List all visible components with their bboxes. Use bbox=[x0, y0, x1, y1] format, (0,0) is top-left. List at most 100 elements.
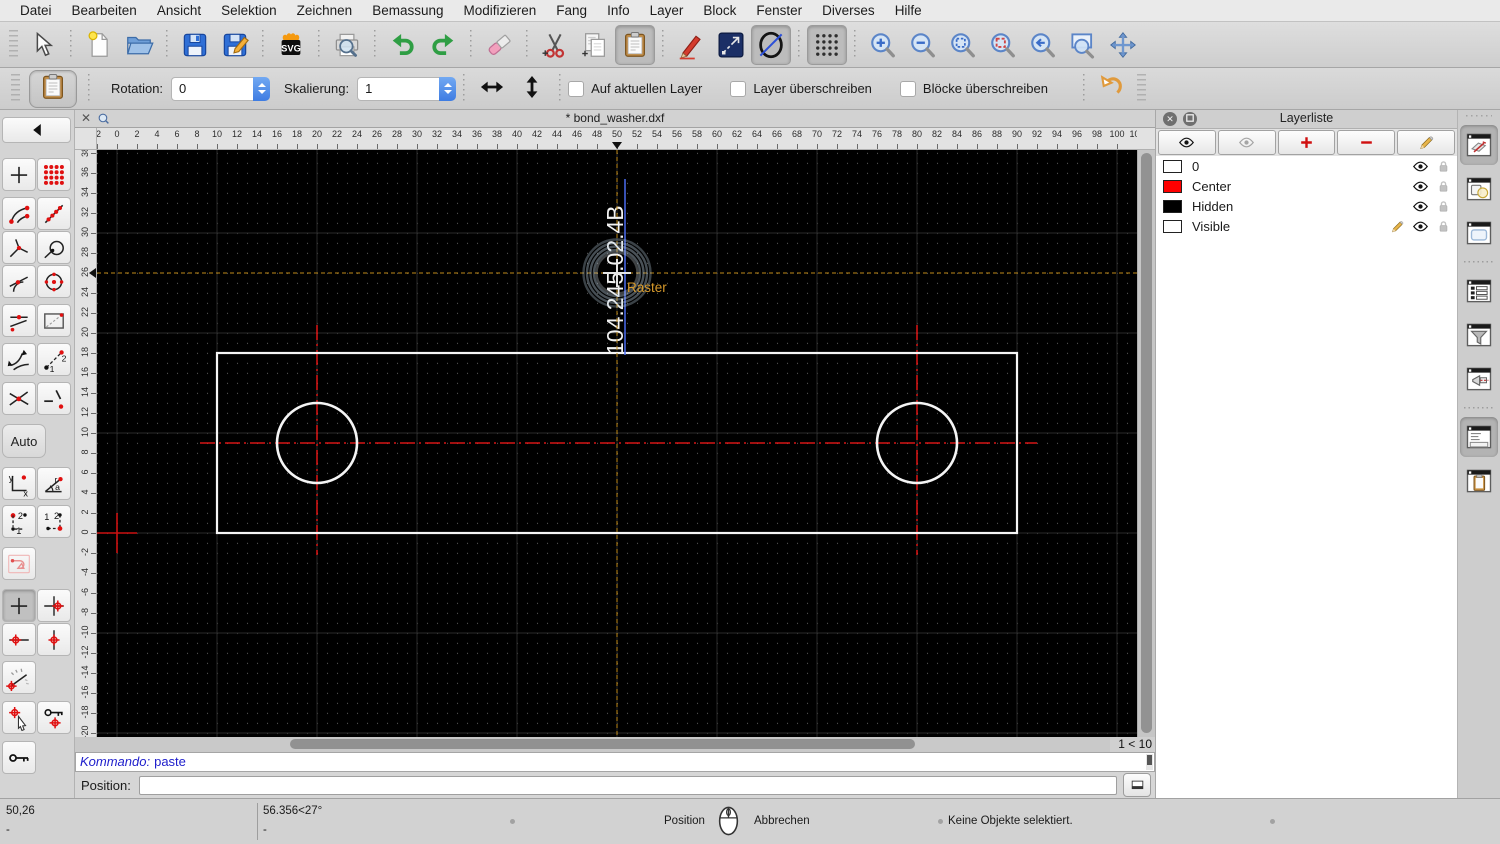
horizontal-scroll-thumb[interactable] bbox=[290, 739, 915, 749]
layer-toolbar-eye-grey-button[interactable] bbox=[1218, 130, 1276, 155]
dock-command-button[interactable] bbox=[1460, 417, 1498, 457]
toolbar-drag-handle[interactable] bbox=[1137, 74, 1146, 104]
grid-dots-button[interactable] bbox=[807, 25, 847, 65]
layer-lock-icon[interactable] bbox=[1434, 199, 1453, 214]
canvas-horizontal-scrollbar[interactable] bbox=[75, 737, 1110, 752]
zoom-select-button[interactable] bbox=[983, 25, 1023, 65]
eraser-button[interactable] bbox=[479, 25, 519, 65]
coord-cart-button[interactable]: yx bbox=[2, 467, 36, 500]
zoom-out-button[interactable] bbox=[903, 25, 943, 65]
layer-toolbar-pencil-button[interactable] bbox=[1397, 130, 1455, 155]
dock-drag-handle[interactable] bbox=[1466, 113, 1492, 119]
dock-block-button[interactable] bbox=[1460, 169, 1498, 209]
select-window-button[interactable] bbox=[37, 304, 71, 337]
menu-hilfe[interactable]: Hilfe bbox=[885, 3, 932, 18]
layer-visibility-icon[interactable] bbox=[1411, 178, 1430, 195]
checkbox-box[interactable] bbox=[730, 81, 746, 97]
paste-mode-button[interactable] bbox=[29, 70, 77, 108]
zoom-previous-button[interactable] bbox=[1023, 25, 1063, 65]
menu-datei[interactable]: Datei bbox=[10, 3, 62, 18]
menu-layer[interactable]: Layer bbox=[640, 3, 694, 18]
rotation-value[interactable]: 0 bbox=[171, 77, 253, 101]
copy-button[interactable] bbox=[575, 25, 615, 65]
zoom-in-button[interactable] bbox=[863, 25, 903, 65]
back-button[interactable] bbox=[2, 117, 71, 143]
checkbox-box[interactable] bbox=[568, 81, 584, 97]
layer-color-swatch[interactable] bbox=[1163, 160, 1182, 173]
snap-middle-button[interactable] bbox=[2, 304, 36, 337]
restrict-v-button[interactable] bbox=[37, 623, 71, 656]
layer-row-center[interactable]: Center bbox=[1156, 176, 1457, 196]
layer-visibility-icon[interactable] bbox=[1411, 218, 1430, 235]
menu-bemassung[interactable]: Bemassung bbox=[362, 3, 453, 18]
snap-grid-button[interactable] bbox=[37, 158, 71, 191]
layer-toolbar-minus-red-button[interactable] bbox=[1337, 130, 1395, 155]
dock-clipboard-button[interactable] bbox=[1460, 461, 1498, 501]
layer-lock-icon[interactable] bbox=[1434, 159, 1453, 174]
paste-button[interactable] bbox=[615, 25, 655, 65]
scaling-stepper[interactable] bbox=[439, 77, 456, 101]
layer-name[interactable]: Visible bbox=[1192, 219, 1388, 234]
dock-entity-button[interactable] bbox=[1460, 271, 1498, 311]
checkbox-box[interactable] bbox=[900, 81, 916, 97]
vertical-scroll-thumb[interactable] bbox=[1141, 153, 1152, 733]
zoom-window-button[interactable] bbox=[1063, 25, 1103, 65]
layer-name[interactable]: Center bbox=[1192, 179, 1411, 194]
layer-row-hidden[interactable]: Hidden bbox=[1156, 196, 1457, 216]
rel-12b-button[interactable]: 12 bbox=[37, 505, 71, 538]
restrict-none-button[interactable] bbox=[2, 589, 36, 622]
new-document-button[interactable] bbox=[79, 25, 119, 65]
position-input[interactable] bbox=[139, 776, 1117, 795]
menu-modifizieren[interactable]: Modifizieren bbox=[454, 3, 547, 18]
snap-entity-button[interactable] bbox=[37, 197, 71, 230]
layer-color-swatch[interactable] bbox=[1163, 200, 1182, 213]
snap-endpoint-button[interactable] bbox=[2, 197, 36, 230]
layer-toolbar-plus-red-button[interactable] bbox=[1278, 130, 1336, 155]
menu-fenster[interactable]: Fenster bbox=[746, 3, 812, 18]
layer-toolbar-eye-black-button[interactable] bbox=[1158, 130, 1216, 155]
command-history[interactable]: Kommando:paste bbox=[75, 752, 1155, 772]
menu-block[interactable]: Block bbox=[693, 3, 746, 18]
snap-free-button[interactable] bbox=[2, 158, 36, 191]
menu-info[interactable]: Info bbox=[597, 3, 640, 18]
snap-perp-button[interactable] bbox=[2, 231, 36, 264]
save-button[interactable] bbox=[175, 25, 215, 65]
dock-layer-button[interactable] bbox=[1460, 125, 1498, 165]
layer-visibility-icon[interactable] bbox=[1411, 158, 1430, 175]
menu-zeichnen[interactable]: Zeichnen bbox=[287, 3, 363, 18]
rotation-stepper[interactable] bbox=[253, 77, 270, 101]
drawing-canvas[interactable]: 104.245.02.4BRaster bbox=[97, 150, 1137, 737]
checkbox-bl-cke-berschreiben[interactable]: Blöcke überschreiben bbox=[900, 81, 1048, 97]
document-tab-title[interactable]: * bond_washer.dxf bbox=[75, 111, 1155, 125]
restrict-h-button[interactable] bbox=[2, 623, 36, 656]
cut-button[interactable] bbox=[535, 25, 575, 65]
cad-drawing[interactable]: 104.245.02.4BRaster bbox=[97, 150, 1137, 737]
cursor-arrow-button[interactable] bbox=[23, 25, 63, 65]
undo-orange-button[interactable] bbox=[1092, 69, 1132, 109]
snap-intersect-manual-button[interactable] bbox=[2, 343, 36, 376]
menu-diverses[interactable]: Diverses bbox=[812, 3, 885, 18]
layer-name[interactable]: 0 bbox=[1192, 159, 1411, 174]
menu-bearbeiten[interactable]: Bearbeiten bbox=[62, 3, 147, 18]
redo-button[interactable] bbox=[423, 25, 463, 65]
zoom-auto-button[interactable] bbox=[943, 25, 983, 65]
key-button[interactable] bbox=[2, 741, 36, 774]
auto-snap-button[interactable]: Auto bbox=[2, 424, 46, 458]
menu-fang[interactable]: Fang bbox=[546, 3, 597, 18]
menu-ansicht[interactable]: Ansicht bbox=[147, 3, 211, 18]
save-as-button[interactable] bbox=[215, 25, 255, 65]
menu-selektion[interactable]: Selektion bbox=[211, 3, 287, 18]
lock-relzero-button[interactable] bbox=[37, 701, 71, 734]
pen-button[interactable] bbox=[671, 25, 711, 65]
print-preview-button[interactable] bbox=[327, 25, 367, 65]
scaling-value[interactable]: 1 bbox=[357, 77, 439, 101]
open-file-button[interactable] bbox=[119, 25, 159, 65]
svg-export-button[interactable]: SVG bbox=[271, 25, 311, 65]
coord-polar-button[interactable]: ra bbox=[37, 467, 71, 500]
snap-tangent-button[interactable] bbox=[2, 265, 36, 298]
snap-center-button[interactable] bbox=[37, 265, 71, 298]
layer-lock-icon[interactable] bbox=[1434, 219, 1453, 234]
order-tool-button[interactable] bbox=[2, 547, 36, 580]
line-dashed-button[interactable] bbox=[711, 25, 751, 65]
snap-circle-button[interactable] bbox=[37, 231, 71, 264]
